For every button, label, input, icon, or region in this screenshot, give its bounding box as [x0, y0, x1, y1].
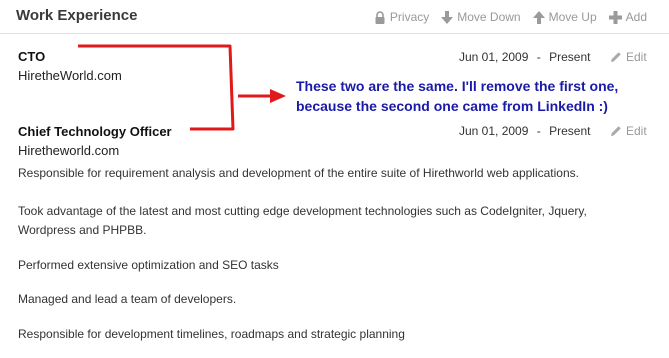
annotation-line: These two are the same. I'll remove the …: [296, 78, 619, 94]
annotation-note: These two are the same. I'll remove the …: [296, 76, 656, 116]
annotation-marker: [78, 44, 286, 131]
annotation-line: because the second one came from LinkedI…: [296, 98, 608, 114]
